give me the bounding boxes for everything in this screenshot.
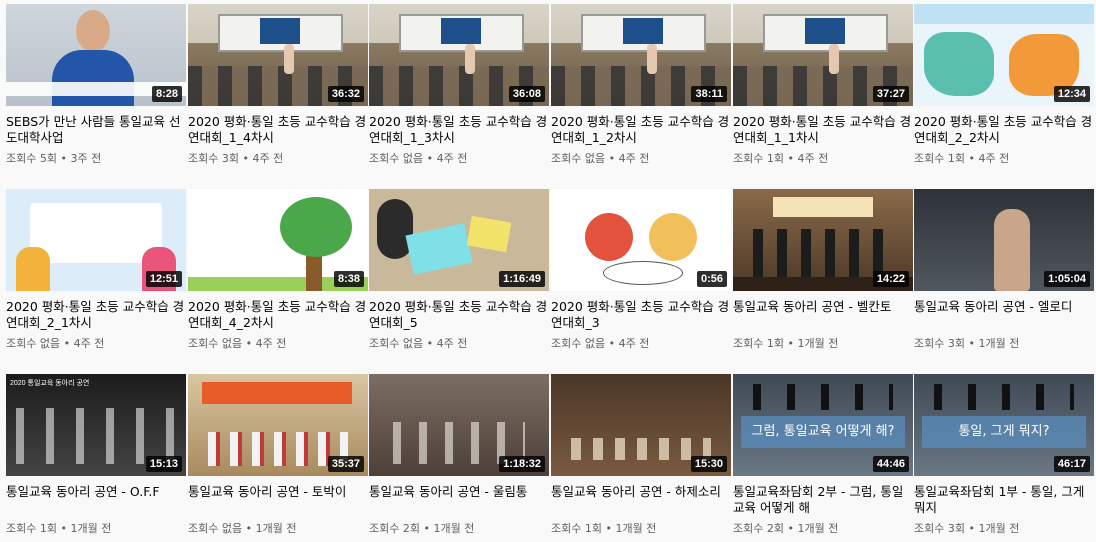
- video-grid: 8:28 SEBS가 만난 사람들 통일교육 선도대학사업 조회수 5회 • 3…: [0, 0, 1096, 542]
- video-thumbnail[interactable]: 14:22: [733, 189, 913, 291]
- video-thumbnail[interactable]: 35:37: [188, 374, 368, 476]
- video-meta: 조회수 5회 • 3주 전: [6, 152, 102, 165]
- video-card[interactable]: 2020 통일교육 동아리 공연 15:13 통일교육 동아리 공연 - O.F…: [6, 374, 186, 536]
- video-card[interactable]: 0:56 2020 평화·통일 초등 교수학습 경연대회_3 조회수 없음 • …: [551, 189, 731, 351]
- video-title[interactable]: 2020 평화·통일 초등 교수학습 경연대회_4_2차시: [188, 299, 368, 331]
- video-card[interactable]: 14:22 통일교육 동아리 공연 - 벨칸토 조회수 1회 • 1개월 전: [733, 189, 913, 351]
- video-thumbnail[interactable]: 2020 통일교육 동아리 공연 15:13: [6, 374, 186, 476]
- video-duration: 37:27: [872, 86, 909, 102]
- video-meta: 조회수 1회 • 4주 전: [733, 152, 829, 165]
- video-duration: 14:22: [872, 271, 909, 287]
- video-duration: 35:37: [327, 456, 364, 472]
- video-card[interactable]: 그럼, 통일교육 어떻게 해? 44:46 통일교육좌담회 2부 - 그럼, 통…: [733, 374, 913, 536]
- video-duration: 15:13: [145, 456, 182, 472]
- video-duration: 1:16:49: [499, 271, 545, 287]
- video-thumbnail[interactable]: 1:16:49: [369, 189, 549, 291]
- video-duration: 38:11: [691, 86, 727, 102]
- video-card[interactable]: 통일, 그게 뭐지? 46:17 통일교육좌담회 1부 - 통일, 그게 뭐지 …: [914, 374, 1094, 536]
- video-meta: 조회수 1회 • 1개월 전: [6, 522, 112, 535]
- thumbnail-overlay-text: 통일, 그게 뭐지?: [922, 416, 1086, 448]
- video-title[interactable]: 2020 평화·통일 초등 교수학습 경연대회_1_3차시: [369, 114, 549, 146]
- video-title[interactable]: 2020 평화·통일 초등 교수학습 경연대회_1_2차시: [551, 114, 731, 146]
- video-thumbnail[interactable]: 통일, 그게 뭐지? 46:17: [914, 374, 1094, 476]
- video-duration: 1:18:32: [499, 456, 545, 472]
- thumbnail-overlay-text: 그럼, 통일교육 어떻게 해?: [741, 416, 905, 448]
- video-thumbnail[interactable]: 1:18:32: [369, 374, 549, 476]
- video-thumbnail[interactable]: 그럼, 통일교육 어떻게 해? 44:46: [733, 374, 913, 476]
- video-meta: 조회수 1회 • 1개월 전: [733, 337, 839, 350]
- video-card[interactable]: 12:51 2020 평화·통일 초등 교수학습 경연대회_2_1차시 조회수 …: [6, 189, 186, 351]
- video-thumbnail[interactable]: 36:08: [369, 4, 549, 106]
- video-thumbnail[interactable]: 1:05:04: [914, 189, 1094, 291]
- video-card[interactable]: 36:08 2020 평화·통일 초등 교수학습 경연대회_1_3차시 조회수 …: [369, 4, 549, 166]
- video-duration: 0:56: [696, 271, 727, 287]
- video-card[interactable]: 36:32 2020 평화·통일 초등 교수학습 경연대회_1_4차시 조회수 …: [188, 4, 368, 166]
- video-title[interactable]: 통일교육좌담회 1부 - 통일, 그게 뭐지: [914, 484, 1094, 516]
- thumbnail-caption: 2020 통일교육 동아리 공연: [10, 380, 90, 387]
- video-duration: 1:05:04: [1044, 271, 1090, 287]
- video-duration: 36:08: [508, 86, 545, 102]
- video-meta: 조회수 없음 • 1개월 전: [188, 522, 297, 535]
- video-duration: 44:46: [872, 456, 909, 472]
- video-thumbnail[interactable]: 38:11: [551, 4, 731, 106]
- video-card[interactable]: 1:16:49 2020 평화·통일 초등 교수학습 경연대회_5 조회수 없음…: [369, 189, 549, 351]
- video-card[interactable]: 12:34 2020 평화·통일 초등 교수학습 경연대회_2_2차시 조회수 …: [914, 4, 1094, 166]
- video-meta: 조회수 없음 • 4주 전: [188, 337, 287, 350]
- video-duration: 36:32: [327, 86, 364, 102]
- video-title[interactable]: 통일교육 동아리 공연 - 하제소리: [551, 484, 731, 516]
- video-meta: 조회수 3회 • 1개월 전: [914, 522, 1020, 535]
- video-duration: 46:17: [1053, 456, 1090, 472]
- video-title[interactable]: 통일교육 동아리 공연 - 울림통: [369, 484, 549, 516]
- video-thumbnail[interactable]: 8:28: [6, 4, 186, 106]
- video-card[interactable]: 1:18:32 통일교육 동아리 공연 - 울림통 조회수 2회 • 1개월 전: [369, 374, 549, 536]
- video-card[interactable]: 37:27 2020 평화·통일 초등 교수학습 경연대회_1_1차시 조회수 …: [733, 4, 913, 166]
- video-thumbnail[interactable]: 12:51: [6, 189, 186, 291]
- video-duration: 15:30: [690, 456, 727, 472]
- video-title[interactable]: 통일교육 동아리 공연 - 토박이: [188, 484, 368, 516]
- video-meta: 조회수 1회 • 4주 전: [914, 152, 1010, 165]
- video-title[interactable]: 2020 평화·통일 초등 교수학습 경연대회_1_1차시: [733, 114, 913, 146]
- video-duration: 8:38: [333, 271, 364, 287]
- video-meta: 조회수 없음 • 4주 전: [551, 337, 650, 350]
- video-thumbnail[interactable]: 37:27: [733, 4, 913, 106]
- video-title[interactable]: 통일교육 동아리 공연 - O.F.F: [6, 484, 186, 516]
- video-thumbnail[interactable]: 8:38: [188, 189, 368, 291]
- video-thumbnail[interactable]: 15:30: [551, 374, 731, 476]
- video-title[interactable]: 2020 평화·통일 초등 교수학습 경연대회_2_2차시: [914, 114, 1094, 146]
- video-meta: 조회수 3회 • 4주 전: [188, 152, 284, 165]
- video-thumbnail[interactable]: 12:34: [914, 4, 1094, 106]
- video-meta: 조회수 1회 • 1개월 전: [551, 522, 657, 535]
- video-title[interactable]: 통일교육 동아리 공연 - 엘로디: [914, 299, 1094, 331]
- video-thumbnail[interactable]: 0:56: [551, 189, 731, 291]
- video-title[interactable]: 통일교육좌담회 2부 - 그럼, 통일교육 어떻게 해: [733, 484, 913, 516]
- video-card[interactable]: 38:11 2020 평화·통일 초등 교수학습 경연대회_1_2차시 조회수 …: [551, 4, 731, 166]
- video-meta: 조회수 없음 • 4주 전: [369, 152, 468, 165]
- video-meta: 조회수 2회 • 1개월 전: [369, 522, 475, 535]
- video-title[interactable]: 2020 평화·통일 초등 교수학습 경연대회_3: [551, 299, 731, 331]
- video-duration: 12:34: [1053, 86, 1090, 102]
- video-card[interactable]: 8:38 2020 평화·통일 초등 교수학습 경연대회_4_2차시 조회수 없…: [188, 189, 368, 351]
- video-card[interactable]: 8:28 SEBS가 만난 사람들 통일교육 선도대학사업 조회수 5회 • 3…: [6, 4, 186, 166]
- video-title[interactable]: SEBS가 만난 사람들 통일교육 선도대학사업: [6, 114, 186, 146]
- video-meta: 조회수 없음 • 4주 전: [369, 337, 468, 350]
- video-duration: 8:28: [151, 86, 182, 102]
- video-meta: 조회수 없음 • 4주 전: [6, 337, 105, 350]
- video-thumbnail[interactable]: 36:32: [188, 4, 368, 106]
- video-title[interactable]: 2020 평화·통일 초등 교수학습 경연대회_5: [369, 299, 549, 331]
- video-meta: 조회수 2회 • 1개월 전: [733, 522, 839, 535]
- video-card[interactable]: 1:05:04 통일교육 동아리 공연 - 엘로디 조회수 3회 • 1개월 전: [914, 189, 1094, 351]
- video-meta: 조회수 없음 • 4주 전: [551, 152, 650, 165]
- video-title[interactable]: 통일교육 동아리 공연 - 벨칸토: [733, 299, 913, 331]
- video-card[interactable]: 35:37 통일교육 동아리 공연 - 토박이 조회수 없음 • 1개월 전: [188, 374, 368, 536]
- video-title[interactable]: 2020 평화·통일 초등 교수학습 경연대회_1_4차시: [188, 114, 368, 146]
- video-title[interactable]: 2020 평화·통일 초등 교수학습 경연대회_2_1차시: [6, 299, 186, 331]
- video-duration: 12:51: [145, 271, 182, 287]
- video-card[interactable]: 15:30 통일교육 동아리 공연 - 하제소리 조회수 1회 • 1개월 전: [551, 374, 731, 536]
- video-meta: 조회수 3회 • 1개월 전: [914, 337, 1020, 350]
